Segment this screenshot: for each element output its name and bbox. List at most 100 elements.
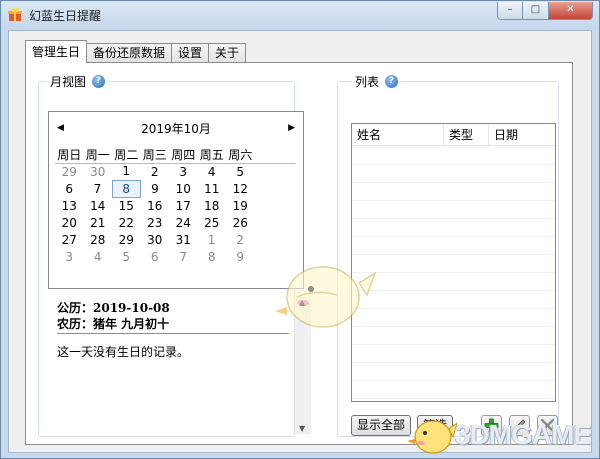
calendar-day[interactable]: 3: [55, 248, 84, 265]
calendar-day[interactable]: 10: [169, 180, 198, 197]
no-record-message: 这一天没有生日的记录。: [57, 345, 190, 359]
help-icon[interactable]: ?: [385, 75, 399, 88]
calendar-day[interactable]: 17: [169, 197, 198, 214]
calendar-week-row: 3456789: [55, 248, 255, 265]
scroll-up-icon[interactable]: ▲: [299, 298, 305, 307]
calendar-day[interactable]: 11: [198, 180, 227, 197]
calendar-day[interactable]: 2: [226, 231, 255, 248]
tab-manage-birthdays[interactable]: 管理生日: [25, 40, 88, 63]
app-icon: [8, 8, 22, 21]
close-button[interactable]: ✕: [549, 2, 593, 20]
calendar-day[interactable]: 23: [141, 214, 170, 231]
calendar-day[interactable]: 24: [169, 214, 198, 231]
calendar-day[interactable]: 5: [226, 163, 255, 180]
calendar-day[interactable]: 2: [141, 163, 170, 180]
month-view-legend: 月视图 ?: [47, 73, 109, 90]
next-month-icon[interactable]: ▶: [288, 123, 295, 133]
tab-strip: 管理生日 备份还原数据 设置 关于: [25, 40, 247, 63]
info-scrollbar[interactable]: ▲ ▼: [294, 297, 311, 434]
calendar-day[interactable]: 13: [55, 197, 84, 214]
tab-backup-restore[interactable]: 备份还原数据: [86, 43, 173, 63]
tab-about[interactable]: 关于: [208, 43, 247, 63]
lunar-date-label: 农历：猪年 九月初十: [57, 317, 170, 331]
calendar-day[interactable]: 6: [141, 248, 170, 265]
month-view-title: 月视图: [50, 75, 87, 89]
calendar-day[interactable]: 16: [141, 197, 170, 214]
app-window: 幻蓝生日提醒 – □ ✕ 管理生日 备份还原数据 设置 关于 月视图 ? 列表: [0, 0, 600, 459]
weekday-row: 周日 周一 周二 周三 周四 周五 周六: [55, 145, 255, 163]
list-rows[interactable]: [352, 147, 555, 401]
weekday-header: 周一: [85, 147, 110, 162]
calendar-day[interactable]: 3: [169, 163, 198, 180]
calendar-day[interactable]: 14: [84, 197, 113, 214]
calendar-day[interactable]: 19: [226, 197, 255, 214]
calendar-month-label[interactable]: 2019年10月: [49, 121, 303, 137]
calendar-week-row: 20 21 22 23 24 25 26: [55, 214, 255, 231]
month-calendar[interactable]: ◀ 2019年10月 ▶ 周日 周一 周二 周三 周四 周五 周六 29 30 1 2 3 4 5 6 7 8…: [48, 111, 304, 289]
calendar-day[interactable]: 4: [84, 248, 113, 265]
calendar-day[interactable]: 9: [226, 248, 255, 265]
calendar-day[interactable]: 8: [198, 248, 227, 265]
tab-panel-manage: 月视图 ? 列表 ? ◀ 2019年10月 ▶ 周日 周一 周二 周三 周四 周五 周六: [25, 62, 573, 445]
help-icon[interactable]: ?: [92, 75, 106, 88]
info-divider: [57, 333, 289, 334]
title-bar[interactable]: 幻蓝生日提醒 – □ ✕: [1, 1, 599, 29]
calendar-day[interactable]: 29: [55, 163, 84, 180]
calendar-day[interactable]: 29: [112, 231, 141, 248]
calendar-day[interactable]: 7: [169, 248, 198, 265]
calendar-day[interactable]: 7: [84, 180, 113, 197]
tab-settings[interactable]: 设置: [171, 43, 210, 63]
solar-date-label: 公历：2019-10-08: [57, 301, 170, 315]
minimize-button[interactable]: –: [497, 2, 523, 20]
add-button[interactable]: [481, 415, 502, 436]
window-title: 幻蓝生日提醒: [29, 9, 102, 23]
calendar-day[interactable]: 1: [198, 231, 227, 248]
calendar-week-row: 6 7 8 9 10 11 12: [55, 179, 255, 198]
window-controls: – □ ✕: [497, 2, 593, 20]
weekday-header: 周六: [228, 147, 253, 162]
edit-icon: [514, 419, 526, 431]
calendar-day[interactable]: 12: [226, 180, 255, 197]
weekday-header: 周三: [142, 147, 167, 162]
calendar-day[interactable]: 21: [84, 214, 113, 231]
column-header-type[interactable]: 类型: [444, 124, 489, 145]
calendar-day[interactable]: 18: [198, 197, 227, 214]
calendar-day[interactable]: 27: [55, 231, 84, 248]
calendar-day[interactable]: 5: [112, 248, 141, 265]
show-all-button[interactable]: 显示全部: [351, 415, 411, 436]
calendar-day[interactable]: 20: [55, 214, 84, 231]
calendar-week-row: 29 30 1 2 3 4 5: [55, 163, 255, 180]
calendar-day[interactable]: 6: [55, 180, 84, 197]
delete-button[interactable]: [537, 415, 558, 436]
list-header: 姓名 类型 日期: [352, 124, 555, 146]
list-legend: 列表 ?: [352, 73, 402, 90]
filter-button[interactable]: 筛选: [417, 415, 453, 436]
weekday-header: 周二: [114, 147, 139, 162]
calendar-day[interactable]: 9: [141, 180, 170, 197]
calendar-header: ◀ 2019年10月 ▶: [49, 121, 303, 137]
birthday-list[interactable]: 姓名 类型 日期: [351, 123, 556, 402]
calendar-day[interactable]: 1: [112, 163, 141, 180]
maximize-button[interactable]: □: [523, 2, 549, 20]
add-icon: [484, 418, 499, 433]
calendar-day[interactable]: 4: [198, 163, 227, 180]
calendar-day[interactable]: 26: [226, 214, 255, 231]
weekday-header: 周四: [171, 147, 196, 162]
list-title: 列表: [355, 75, 380, 89]
scroll-down-icon[interactable]: ▼: [299, 424, 305, 433]
calendar-day[interactable]: 30: [84, 163, 113, 180]
calendar-day[interactable]: 22: [112, 214, 141, 231]
calendar-day-selected[interactable]: 8: [111, 179, 141, 198]
calendar-day[interactable]: 15: [112, 197, 141, 214]
edit-button[interactable]: [509, 415, 530, 436]
calendar-day[interactable]: 31: [169, 231, 198, 248]
calendar-header-rule: [55, 163, 295, 164]
calendar-day[interactable]: 30: [141, 231, 170, 248]
weekday-header: 周日: [57, 147, 82, 162]
calendar-days: 29 30 1 2 3 4 5 6 7 8 9 10 11 12 13 14 15 16 17 18 19 20 21 22 2…: [55, 163, 255, 265]
column-header-name[interactable]: 姓名: [352, 124, 444, 145]
calendar-day[interactable]: 28: [84, 231, 113, 248]
calendar-day[interactable]: 25: [198, 214, 227, 231]
delete-icon: [540, 418, 555, 433]
column-header-date[interactable]: 日期: [489, 124, 555, 145]
